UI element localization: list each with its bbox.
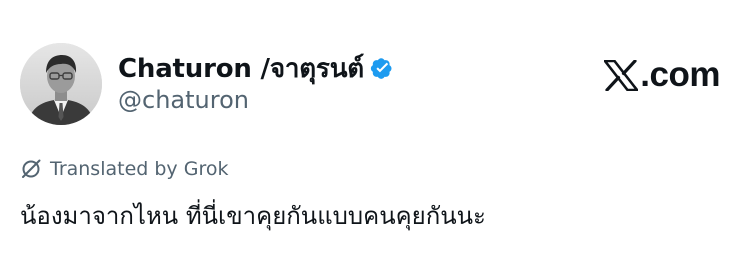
brand-domain: .com <box>640 55 720 94</box>
translated-by-label[interactable]: Translated by Grok <box>50 158 228 180</box>
author-display-name[interactable]: Chaturon /จาตุรนต์ <box>118 48 364 89</box>
x-brand: .com <box>603 52 720 98</box>
tweet-text: น้องมาจากไหน ที่นี่เขาคุยกันแบบคนคุยกันน… <box>20 202 486 230</box>
grok-icon <box>20 158 42 180</box>
author-name-row: Chaturon /จาตุรนต์ <box>118 50 394 86</box>
verified-badge-icon <box>369 56 394 81</box>
translation-attribution: Translated by Grok <box>20 155 228 183</box>
avatar[interactable] <box>20 43 102 125</box>
profile-photo <box>20 43 102 125</box>
author-handle[interactable]: @chaturon <box>118 86 249 114</box>
x-logo-icon <box>603 58 639 92</box>
